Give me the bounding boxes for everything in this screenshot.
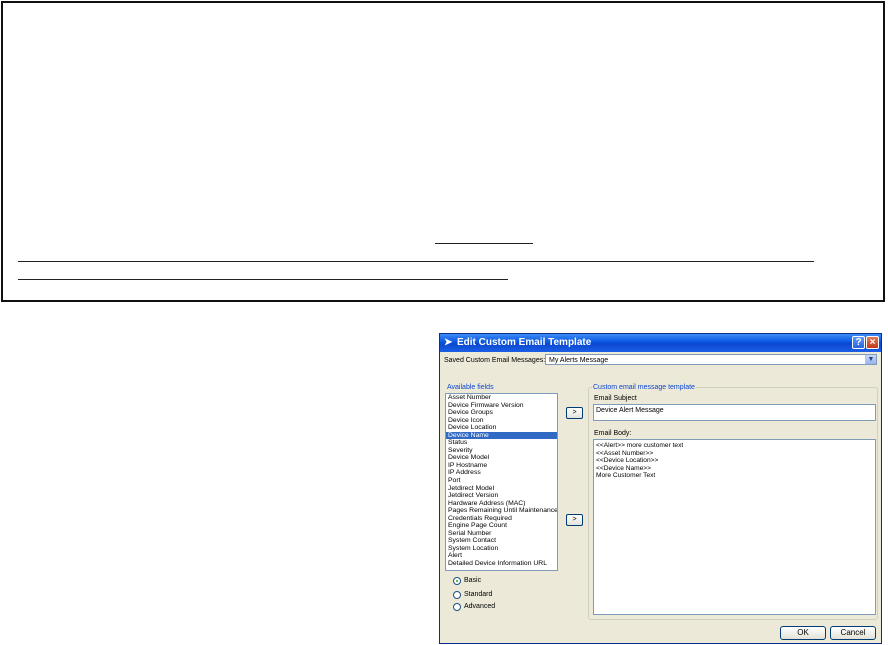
field-list-item[interactable]: IP Hostname — [446, 462, 557, 470]
dialog-title: Edit Custom Email Template — [457, 337, 592, 348]
field-list-item[interactable]: Device Model — [446, 454, 557, 462]
email-body-label: Email Body: — [594, 430, 632, 437]
saved-messages-value: My Alerts Message — [549, 357, 609, 364]
radio-label: Advanced — [464, 603, 496, 610]
field-list-item[interactable]: Port — [446, 477, 557, 485]
field-list-item[interactable]: Asset Number — [446, 394, 557, 402]
field-list-item[interactable]: Severity — [446, 447, 557, 455]
available-fields-list[interactable]: Asset Number Device Firmware Version Devic… — [445, 393, 558, 571]
field-list-item[interactable]: Serial Number — [446, 530, 557, 538]
radio-button[interactable] — [453, 577, 461, 585]
help-button[interactable]: ? — [852, 336, 865, 349]
field-list-item[interactable]: Jetdirect Model — [446, 485, 557, 493]
email-body-line: <<Device Location>> — [596, 457, 659, 465]
radio-label: Standard — [464, 591, 493, 598]
email-body-line: <<Device Name>> — [596, 464, 651, 472]
available-fields-label: Available fields — [447, 384, 494, 391]
field-list-item[interactable]: Status — [446, 439, 557, 447]
add-to-body-button[interactable]: > — [566, 514, 583, 526]
radio-button[interactable] — [453, 591, 461, 599]
add-to-subject-button[interactable]: > — [566, 407, 583, 419]
document-frame — [1, 1, 885, 302]
underline-rule — [18, 279, 508, 280]
field-list-item[interactable]: Device Location — [446, 424, 557, 432]
field-list-item[interactable]: Detailed Device Information URL — [446, 560, 557, 568]
underline-rule — [18, 261, 814, 262]
close-button[interactable]: × — [866, 336, 879, 349]
field-list-item[interactable]: Hardware Address (MAC) — [446, 500, 557, 508]
dialog-title-bar[interactable]: ➤ Edit Custom Email Template ? × — [440, 334, 881, 352]
field-list-item[interactable]: IP Address — [446, 469, 557, 477]
email-subject-value: Device Alert Message — [596, 407, 664, 414]
field-list-item[interactable]: Alert — [446, 552, 557, 560]
email-body-line: <<Asset Number>> — [596, 449, 654, 457]
paper-plane-icon: ➤ — [444, 337, 453, 348]
field-list-item[interactable]: Jetdirect Version — [446, 492, 557, 500]
underline-rule — [435, 243, 533, 244]
ok-button[interactable]: OK — [780, 626, 826, 640]
field-list-item[interactable]: System Contact — [446, 537, 557, 545]
edit-email-template-dialog: ➤ Edit Custom Email Template ? × Saved C… — [439, 333, 882, 644]
email-subject-input[interactable]: Device Alert Message — [593, 404, 876, 421]
saved-messages-label: Saved Custom Email Messages: — [444, 357, 546, 364]
field-list-item[interactable]: Device Groups — [446, 409, 557, 417]
radio-label: Basic — [464, 577, 482, 584]
field-list-item[interactable]: Credentials Required — [446, 515, 557, 523]
template-group-label: Custom email message template — [592, 384, 696, 392]
email-body-textarea[interactable]: <<Alert>> more customer text <<Asset Numb… — [593, 439, 876, 615]
chevron-down-icon[interactable]: ▼ — [865, 355, 876, 364]
field-list-item[interactable]: System Location — [446, 545, 557, 553]
field-list-item[interactable]: Device Firmware Version — [446, 402, 557, 410]
field-list-item[interactable]: Pages Remaining Until Maintenance K — [446, 507, 557, 515]
email-subject-label: Email Subject — [594, 395, 637, 402]
field-list-item[interactable]: Device Icon — [446, 417, 557, 425]
field-list-item[interactable]: Device Name — [446, 431, 557, 440]
cancel-button[interactable]: Cancel — [830, 626, 876, 640]
saved-messages-dropdown[interactable]: My Alerts Message ▼ — [545, 354, 877, 365]
field-list-item[interactable]: Engine Page Count — [446, 522, 557, 530]
email-body-line: <<Alert>> more customer text — [596, 442, 684, 449]
email-body-line: More Customer Text — [596, 472, 656, 480]
radio-button[interactable] — [453, 603, 461, 611]
